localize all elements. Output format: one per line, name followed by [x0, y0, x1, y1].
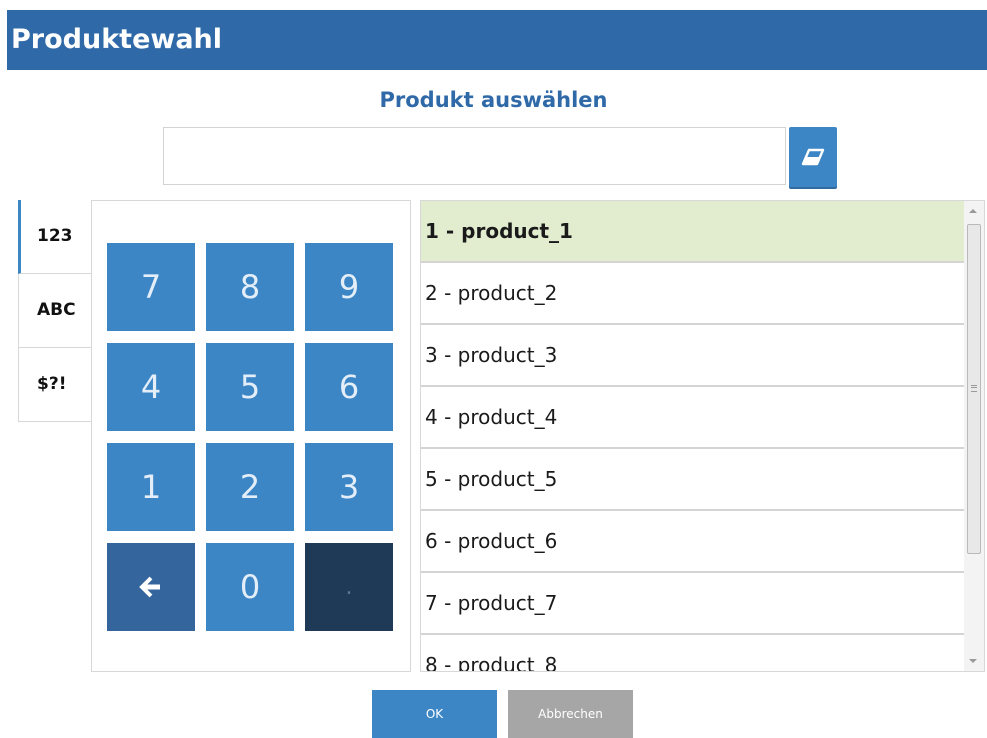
key-5[interactable]: 5 [206, 343, 294, 431]
key-8[interactable]: 8 [206, 243, 294, 331]
search-input[interactable] [163, 127, 786, 185]
tab-symbols[interactable]: $?! [18, 348, 91, 422]
ok-button[interactable]: OK [372, 690, 497, 738]
grip-icon [971, 385, 977, 392]
clear-button[interactable] [789, 127, 837, 187]
product-row[interactable]: 3 - product_3 [421, 325, 964, 387]
key-2[interactable]: 2 [206, 443, 294, 531]
backspace-key[interactable] [107, 543, 195, 631]
key-3[interactable]: 3 [305, 443, 393, 531]
scroll-down-icon[interactable] [969, 659, 977, 663]
cancel-button[interactable]: Abbrechen [508, 690, 633, 738]
product-row[interactable]: 2 - product_2 [421, 263, 964, 325]
product-row[interactable]: 8 - product_8 [421, 635, 964, 671]
product-row[interactable]: 6 - product_6 [421, 511, 964, 573]
product-list: 1 - product_1 2 - product_2 3 - product_… [420, 200, 985, 672]
scroll-up-icon[interactable] [969, 209, 977, 213]
key-0[interactable]: 0 [206, 543, 294, 631]
key-6[interactable]: 6 [305, 343, 393, 431]
key-9[interactable]: 9 [305, 243, 393, 331]
scroll-thumb[interactable] [967, 224, 981, 554]
product-row[interactable]: 4 - product_4 [421, 387, 964, 449]
product-row[interactable]: 5 - product_5 [421, 449, 964, 511]
tab-numeric[interactable]: 123 [18, 200, 92, 274]
tab-alphabetic[interactable]: ABC [18, 274, 91, 348]
key-1[interactable]: 1 [107, 443, 195, 531]
product-select-label: Produkt auswählen [379, 88, 608, 112]
eraser-icon [801, 148, 825, 166]
key-7[interactable]: 7 [107, 243, 195, 331]
window-title: Produktewahl [7, 10, 987, 70]
key-4[interactable]: 4 [107, 343, 195, 431]
arrow-left-icon [139, 576, 160, 598]
product-row[interactable]: 7 - product_7 [421, 573, 964, 635]
list-scrollbar[interactable] [964, 201, 984, 671]
key-decimal[interactable]: . [305, 543, 393, 631]
product-row[interactable]: 1 - product_1 [421, 201, 964, 263]
